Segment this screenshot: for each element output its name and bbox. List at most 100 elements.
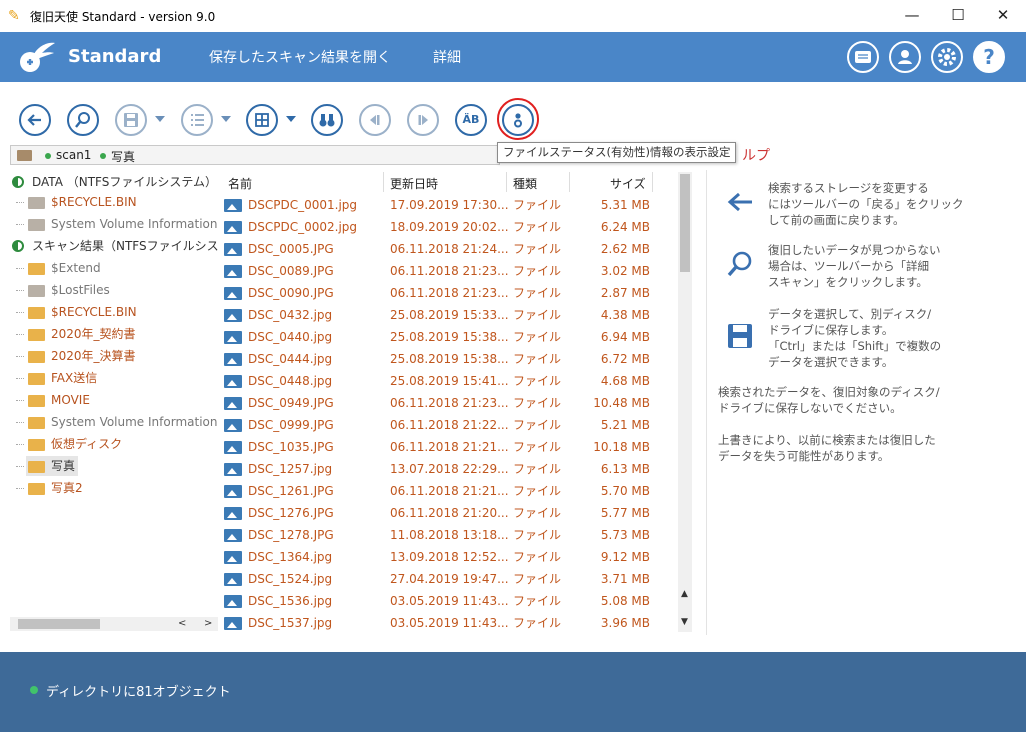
tree-node[interactable]: System Volume Information bbox=[10, 412, 218, 432]
file-size: 6.72 MB bbox=[600, 352, 650, 366]
floppy-icon bbox=[124, 113, 138, 127]
table-row[interactable]: DSC_1364.jpg 13.09.2018 12:52... ファイル 9.12 … bbox=[220, 546, 678, 568]
tree-node[interactable]: MOVIE bbox=[10, 390, 218, 410]
column-type[interactable]: 種類 bbox=[513, 175, 537, 192]
file-date: 11.08.2018 13:18... bbox=[390, 528, 509, 542]
table-row[interactable]: DSCPDC_0002.jpg 18.09.2019 20:02... ファイル 6.… bbox=[220, 216, 678, 238]
tree-node[interactable]: $RECYCLE.BIN bbox=[10, 302, 218, 322]
tree-node-label: System Volume Information bbox=[51, 217, 218, 231]
open-saved-scan-link[interactable]: 保存したスキャン結果を開く bbox=[209, 47, 391, 67]
column-size[interactable]: サイズ bbox=[610, 175, 646, 192]
scrollbar-thumb[interactable] bbox=[18, 619, 100, 629]
deep-scan-button[interactable] bbox=[67, 104, 99, 136]
scrollbar-thumb[interactable] bbox=[680, 174, 690, 272]
magnifier-icon bbox=[75, 112, 90, 128]
file-type: ファイル bbox=[513, 220, 562, 234]
table-row[interactable]: DSC_1276.JPG 06.11.2018 21:20... ファイル 5.77 … bbox=[220, 502, 678, 524]
tree-line bbox=[16, 312, 24, 313]
file-date: 17.09.2019 17:30... bbox=[390, 198, 509, 212]
maximize-button[interactable]: ☐ bbox=[935, 0, 981, 32]
title-bar: ✎ 復旧天使 Standard - version 9.0 — ☐ ✕ bbox=[0, 0, 1026, 32]
find-button[interactable] bbox=[311, 104, 343, 136]
breadcrumb: scan1 写真 bbox=[10, 145, 500, 165]
back-button[interactable] bbox=[19, 104, 51, 136]
help-icon[interactable]: ? bbox=[973, 41, 1005, 73]
image-file-icon bbox=[224, 507, 242, 520]
table-row[interactable]: DSC_1536.jpg 03.05.2019 11:43... ファイル 5.08 … bbox=[220, 590, 678, 612]
tree-node[interactable]: System Volume Information bbox=[10, 214, 218, 234]
table-row[interactable]: DSC_0432.jpg 25.08.2019 15:33... ファイル 4.38 … bbox=[220, 304, 678, 326]
list-view-dropdown-icon[interactable] bbox=[221, 116, 231, 122]
column-date[interactable]: 更新日時 bbox=[390, 175, 438, 192]
table-row[interactable]: DSC_0949.JPG 06.11.2018 21:23... ファイル 10.48… bbox=[220, 392, 678, 414]
tree-node[interactable]: 写真2 bbox=[10, 478, 218, 498]
image-file-icon bbox=[224, 551, 242, 564]
previous-button[interactable] bbox=[359, 104, 391, 136]
scroll-up-icon[interactable]: ▲ bbox=[681, 589, 688, 599]
tree-node[interactable]: 仮想ディスク bbox=[10, 434, 218, 454]
scroll-right-icon[interactable]: > bbox=[204, 617, 212, 631]
table-row[interactable]: DSC_1035.JPG 06.11.2018 21:21... ファイル 10.18… bbox=[220, 436, 678, 458]
save-button[interactable] bbox=[115, 104, 147, 136]
tree-node[interactable]: $RECYCLE.BIN bbox=[10, 192, 218, 212]
breadcrumb-item-scan1[interactable]: scan1 bbox=[56, 148, 91, 162]
tree-node[interactable]: $Extend bbox=[10, 258, 218, 278]
column-name[interactable]: 名前 bbox=[228, 175, 252, 192]
table-row[interactable]: DSC_0090.JPG 06.11.2018 21:23... ファイル 2.87 … bbox=[220, 282, 678, 304]
file-size: 3.02 MB bbox=[600, 264, 650, 278]
file-list-vertical-scrollbar[interactable]: ▲ ▼ bbox=[678, 172, 692, 632]
folder-icon bbox=[28, 285, 45, 297]
folder-icon bbox=[28, 373, 45, 385]
tree-node[interactable]: $LostFiles bbox=[10, 280, 218, 300]
table-row[interactable]: DSCPDC_0001.jpg 17.09.2019 17:30... ファイル 5.… bbox=[220, 194, 678, 216]
table-row[interactable]: DSC_0999.JPG 06.11.2018 21:22... ファイル 5.21 … bbox=[220, 414, 678, 436]
grid-view-button[interactable] bbox=[246, 104, 278, 136]
close-button[interactable]: ✕ bbox=[980, 0, 1026, 32]
grid-view-dropdown-icon[interactable] bbox=[286, 116, 296, 122]
scroll-left-icon[interactable]: < bbox=[178, 617, 186, 631]
file-type: ファイル bbox=[513, 264, 562, 278]
file-type: ファイル bbox=[513, 572, 562, 586]
minimize-button[interactable]: — bbox=[889, 0, 935, 32]
gear-icon[interactable] bbox=[931, 41, 963, 73]
card-icon[interactable] bbox=[847, 41, 879, 73]
folder-icon bbox=[28, 483, 45, 495]
scroll-down-icon[interactable]: ▼ bbox=[681, 617, 688, 627]
tree-node[interactable]: FAX送信 bbox=[10, 368, 218, 388]
table-row[interactable]: DSC_0089.JPG 06.11.2018 21:23... ファイル 3.02 … bbox=[220, 260, 678, 282]
table-row[interactable]: DSC_1524.jpg 27.04.2019 19:47... ファイル 3.71 … bbox=[220, 568, 678, 590]
file-name: DSC_1278.JPG bbox=[248, 528, 334, 542]
tree-node[interactable]: 2020年_決算書 bbox=[10, 346, 218, 366]
charset-button[interactable]: ÄB bbox=[455, 104, 487, 136]
tooltip: ファイルステータス(有効性)情報の表示設定 bbox=[497, 142, 737, 163]
tree-node-label: System Volume Information bbox=[51, 415, 218, 429]
save-dropdown-icon[interactable] bbox=[155, 116, 165, 122]
details-link[interactable]: 詳細 bbox=[433, 47, 461, 67]
table-row[interactable]: DSC_1537.jpg 03.05.2019 11:43... ファイル 3.96 … bbox=[220, 612, 678, 634]
list-view-button[interactable] bbox=[181, 104, 213, 136]
tree-line bbox=[16, 334, 24, 335]
breadcrumb-item-photos[interactable]: 写真 bbox=[111, 148, 135, 165]
image-file-icon bbox=[224, 375, 242, 388]
table-row[interactable]: DSC_0444.jpg 25.08.2019 15:38... ファイル 6.72 … bbox=[220, 348, 678, 370]
tree-line bbox=[16, 202, 24, 203]
table-row[interactable]: DSC_0005.JPG 06.11.2018 21:24... ファイル 2.62 … bbox=[220, 238, 678, 260]
tree-horizontal-scrollbar[interactable]: < > bbox=[10, 617, 218, 631]
next-button[interactable] bbox=[407, 104, 439, 136]
table-row[interactable]: DSC_1278.JPG 11.08.2018 13:18... ファイル 5.73 … bbox=[220, 524, 678, 546]
file-size: 4.68 MB bbox=[600, 374, 650, 388]
table-row[interactable]: DSC_1257.jpg 13.07.2018 22:29... ファイル 6.13 … bbox=[220, 458, 678, 480]
tree-node-selected[interactable]: 写真 bbox=[10, 456, 218, 476]
tree-line bbox=[16, 488, 24, 489]
app-logo bbox=[20, 42, 55, 72]
table-row[interactable]: DSC_0440.jpg 25.08.2019 15:38... ファイル 6.94 … bbox=[220, 326, 678, 348]
table-row[interactable]: DSC_0448.jpg 25.08.2019 15:41... ファイル 4.68 … bbox=[220, 370, 678, 392]
file-size: 3.71 MB bbox=[600, 572, 650, 586]
tree-node[interactable]: 2020年_契約書 bbox=[10, 324, 218, 344]
file-size: 5.21 MB bbox=[600, 418, 650, 432]
help-text-scan: 復旧したいデータが見つからない 場合は、ツールバーから「詳細 スキャン」をクリッ… bbox=[768, 243, 941, 289]
user-icon[interactable] bbox=[889, 41, 921, 73]
table-row[interactable]: DSC_1261.JPG 06.11.2018 21:21... ファイル 5.70 … bbox=[220, 480, 678, 502]
crumb-dot bbox=[45, 153, 51, 159]
file-size: 6.13 MB bbox=[600, 462, 650, 476]
